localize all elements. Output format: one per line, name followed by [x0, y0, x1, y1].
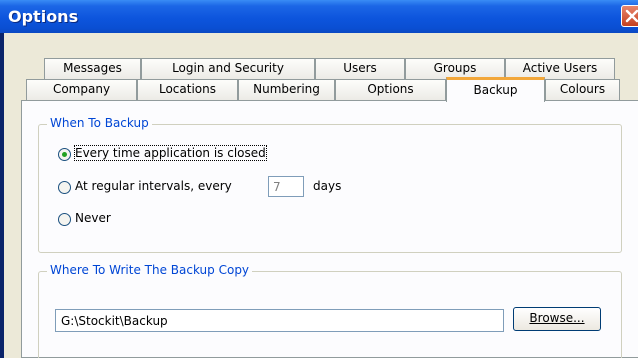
- tab-users[interactable]: Users: [315, 58, 405, 79]
- window-title: Options: [8, 7, 79, 26]
- radio-label-at-regular-intervals[interactable]: At regular intervals, every: [75, 179, 232, 193]
- tab-backup[interactable]: Backup: [446, 77, 545, 102]
- interval-unit-label: days: [313, 179, 342, 193]
- interval-days-input[interactable]: [268, 176, 304, 197]
- tab-company[interactable]: Company: [26, 79, 137, 100]
- browse-button[interactable]: Browse...: [513, 307, 601, 331]
- tab-active-users[interactable]: Active Users: [505, 58, 615, 79]
- radio-every-time-closed[interactable]: [58, 148, 71, 161]
- tab-numbering[interactable]: Numbering: [238, 79, 335, 100]
- close-icon: [625, 9, 638, 23]
- radio-never[interactable]: [58, 213, 71, 226]
- browse-button-label: Browse...: [529, 311, 585, 325]
- tab-locations[interactable]: Locations: [137, 79, 238, 100]
- tab-messages[interactable]: Messages: [44, 58, 141, 79]
- title-bar[interactable]: Options: [0, 0, 638, 33]
- tab-colours[interactable]: Colours: [545, 79, 620, 100]
- backup-location-title: Where To Write The Backup Copy: [47, 263, 253, 277]
- radio-at-regular-intervals[interactable]: [58, 181, 71, 194]
- options-window: Options Messages Login and Security User…: [0, 0, 638, 358]
- tab-options[interactable]: Options: [335, 79, 446, 100]
- close-button[interactable]: [621, 5, 638, 27]
- radio-label-never[interactable]: Never: [75, 211, 111, 225]
- tab-login-and-security[interactable]: Login and Security: [141, 58, 315, 79]
- radio-label-every-time-closed[interactable]: Every time application is closed: [74, 145, 267, 161]
- backup-path-input[interactable]: [55, 309, 504, 332]
- radio-selected-dot: [62, 152, 67, 157]
- when-to-backup-title: When To Backup: [47, 116, 152, 130]
- tab-groups[interactable]: Groups: [405, 58, 505, 79]
